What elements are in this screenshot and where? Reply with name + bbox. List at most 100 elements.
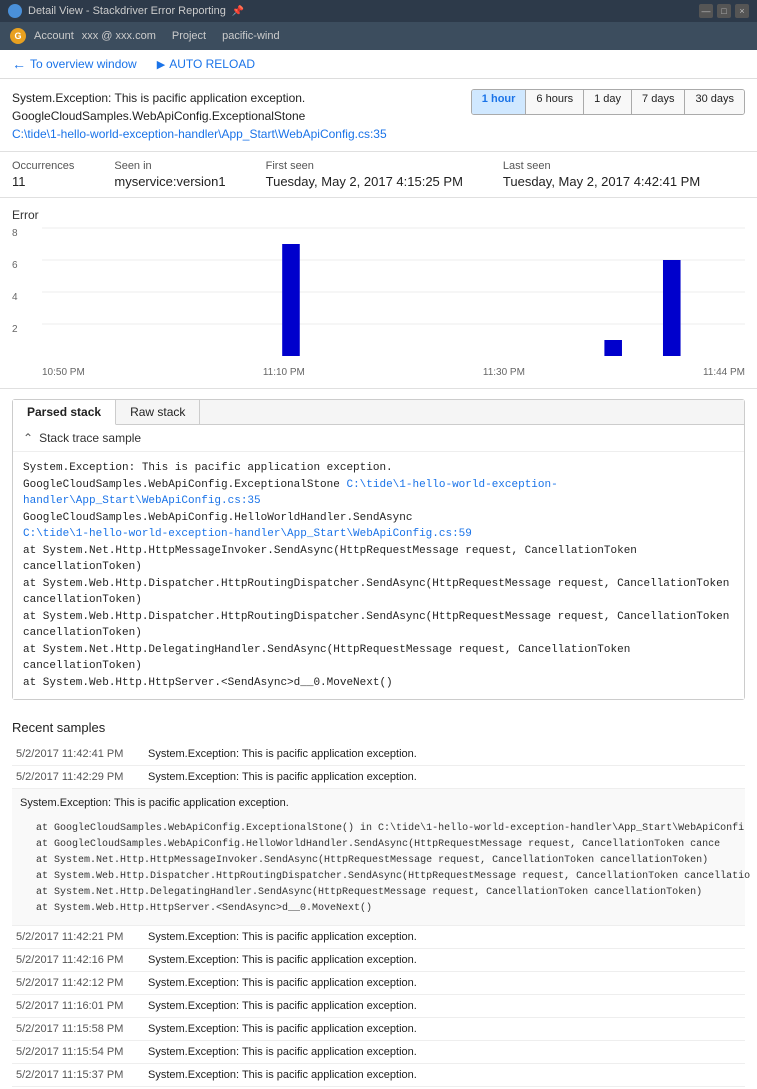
sample-time: 5/2/2017 11:42:16 PM [16, 954, 136, 966]
stack-trace-body: System.Exception: This is pacific applic… [13, 452, 744, 699]
back-link-label: To overview window [30, 57, 137, 71]
sample-row: 5/2/2017 11:42:12 PM System.Exception: Th… [12, 972, 745, 995]
x-label-1050: 10:50 PM [42, 367, 85, 378]
exception-line1: System.Exception: This is pacific applic… [12, 89, 387, 107]
account-label: Account [34, 30, 74, 42]
sample-time: 5/2/2017 11:15:54 PM [16, 1046, 136, 1058]
seen-in-label: Seen in [114, 160, 225, 172]
chart-y-labels: 2 4 6 8 [12, 228, 18, 378]
sample-row: 5/2/2017 11:42:29 PMSystem.Exception: Th… [12, 766, 745, 789]
sample-message: System.Exception: This is pacific applic… [148, 1000, 417, 1012]
sample-row: 5/2/2017 11:16:01 PM System.Exception: Th… [12, 995, 745, 1018]
y-label-2: 2 [12, 324, 18, 335]
last-seen-value: Tuesday, May 2, 2017 4:42:41 PM [503, 174, 700, 189]
stack-tabs: Parsed stack Raw stack [13, 400, 744, 425]
sample-stack-detail: at GoogleCloudSamples.WebApiConfig.Excep… [20, 821, 750, 917]
window-controls: — □ × [699, 4, 749, 18]
sample-time: 5/2/2017 11:15:58 PM [16, 1023, 136, 1035]
app-window: Detail View - Stackdriver Error Reportin… [0, 0, 757, 1089]
time-btn-7days[interactable]: 7 days [632, 90, 685, 114]
time-range-buttons: 1 hour 6 hours 1 day 7 days 30 days [471, 89, 745, 115]
y-label-4: 4 [12, 292, 18, 303]
sample-time: 5/2/2017 11:42:29 PM [16, 771, 136, 783]
occurrences-value: 11 [12, 174, 74, 189]
time-btn-30days[interactable]: 30 days [685, 90, 744, 114]
file-path-link[interactable]: C:\tide\1-hello-world-exception-handler\… [12, 127, 387, 141]
chart-x-labels: 10:50 PM 11:10 PM 11:30 PM 11:44 PM [42, 358, 745, 378]
time-btn-1hour[interactable]: 1 hour [472, 90, 527, 114]
back-to-overview-link[interactable]: ← To overview window [12, 56, 137, 72]
sample-row: 5/2/2017 11:42:41 PM System.Exception: Th… [12, 743, 745, 766]
sample-time: 5/2/2017 11:16:01 PM [16, 1000, 136, 1012]
stack-line1: System.Exception: This is pacific applic… [23, 460, 734, 477]
stack-line3: GoogleCloudSamples.WebApiConfig.HelloWor… [23, 510, 734, 527]
account-info: G Account xxx @ xxx.com [10, 28, 156, 44]
stack-line7: at System.Net.Http.DelegatingHandler.Sen… [23, 642, 734, 675]
sample-row: 5/2/2017 11:42:16 PM System.Exception: Th… [12, 949, 745, 972]
occurrences-stat: Occurrences 11 [12, 160, 74, 189]
first-seen-stat: First seen Tuesday, May 2, 2017 4:15:25 … [266, 160, 463, 189]
sample-message: System.Exception: This is pacific applic… [148, 748, 417, 760]
stack-line4: at System.Net.Http.HttpMessageInvoker.Se… [23, 543, 734, 576]
close-button[interactable]: × [735, 4, 749, 18]
sample-row: 5/2/2017 11:15:58 PMSystem.Exception: Th… [12, 1018, 745, 1041]
pin-icon: 📌 [232, 6, 244, 17]
samples-title: Recent samples [12, 720, 745, 735]
sample-message: System.Exception: This is pacific applic… [148, 977, 417, 989]
title-left: Detail View - Stackdriver Error Reportin… [8, 4, 244, 18]
sample-row: System.Exception: This is pacific applic… [12, 789, 745, 926]
exception-line2: GoogleCloudSamples.WebApiConfig.Exceptio… [12, 107, 387, 125]
expand-icon: ⌃ [23, 431, 33, 445]
x-label-1144: 11:44 PM [703, 367, 745, 378]
chart-section: Error 2 4 6 8 10:50 PM 11:10 PM 11:30 PM… [0, 198, 757, 389]
main-content: ← To overview window ▶ AUTO RELOAD Syste… [0, 50, 757, 1089]
chart-title: Error [12, 208, 745, 222]
stack-line5: at System.Web.Http.Dispatcher.HttpRoutin… [23, 576, 734, 609]
sample-row: 5/2/2017 11:15:54 PM System.Exception: Th… [12, 1041, 745, 1064]
account-email: xxx @ xxx.com [82, 30, 156, 42]
stack-link2[interactable]: C:\tide\1-hello-world-exception-handler\… [23, 528, 472, 540]
stack-trace-section: Parsed stack Raw stack ⌃ Stack trace sam… [12, 399, 745, 700]
stack-link2-line: C:\tide\1-hello-world-exception-handler\… [23, 526, 734, 543]
toolbar: G Account xxx @ xxx.com Project pacific-… [0, 22, 757, 50]
raw-stack-tab[interactable]: Raw stack [116, 400, 200, 424]
samples-section: Recent samples 5/2/2017 11:42:41 PM Syste… [0, 710, 757, 1089]
first-seen-value: Tuesday, May 2, 2017 4:15:25 PM [266, 174, 463, 189]
sample-time: 5/2/2017 11:42:21 PM [16, 931, 136, 943]
stack-line8: at System.Web.Http.HttpServer.<SendAsync… [23, 675, 734, 692]
last-seen-label: Last seen [503, 160, 700, 172]
auto-reload-button[interactable]: ▶ AUTO RELOAD [157, 57, 255, 71]
seen-in-stat: Seen in myservice:version1 [114, 160, 225, 189]
sample-message: System.Exception: This is pacific applic… [148, 1046, 417, 1058]
back-arrow-icon: ← [12, 56, 26, 72]
sample-time: 5/2/2017 11:15:37 PM [16, 1069, 136, 1081]
window-title: Detail View - Stackdriver Error Reportin… [28, 5, 226, 17]
chart-area: 2 4 6 8 10:50 PM 11:10 PM 11:30 PM 11:44… [42, 228, 745, 378]
sample-time: 5/2/2017 11:42:41 PM [16, 748, 136, 760]
parsed-stack-tab[interactable]: Parsed stack [13, 400, 116, 425]
sample-meta: System.Exception: This is pacific applic… [20, 797, 289, 809]
sample-time: 5/2/2017 11:42:12 PM [16, 977, 136, 989]
maximize-button[interactable]: □ [717, 4, 731, 18]
time-btn-6hours[interactable]: 6 hours [526, 90, 584, 114]
minimize-button[interactable]: — [699, 4, 713, 18]
sample-message: System.Exception: This is pacific applic… [148, 954, 417, 966]
error-text-block: System.Exception: This is pacific applic… [12, 89, 387, 143]
stats-row: Occurrences 11 Seen in myservice:version… [0, 152, 757, 198]
seen-in-value: myservice:version1 [114, 174, 225, 189]
sample-row: 5/2/2017 11:42:21 PMSystem.Exception: Th… [12, 926, 745, 949]
sample-message: System.Exception: This is pacific applic… [20, 797, 289, 809]
time-btn-1day[interactable]: 1 day [584, 90, 632, 114]
account-icon: G [10, 28, 26, 44]
play-icon: ▶ [157, 58, 165, 71]
title-bar: Detail View - Stackdriver Error Reportin… [0, 0, 757, 22]
chart-svg [42, 228, 745, 356]
auto-reload-label: AUTO RELOAD [169, 57, 255, 71]
stack-trace-label: Stack trace sample [39, 431, 141, 445]
y-label-8: 8 [12, 228, 18, 239]
samples-list: 5/2/2017 11:42:41 PM System.Exception: Th… [12, 743, 745, 1089]
x-label-1110: 11:10 PM [263, 367, 305, 378]
x-label-1130: 11:30 PM [483, 367, 525, 378]
occurrences-label: Occurrences [12, 160, 74, 172]
y-label-6: 6 [12, 260, 18, 271]
